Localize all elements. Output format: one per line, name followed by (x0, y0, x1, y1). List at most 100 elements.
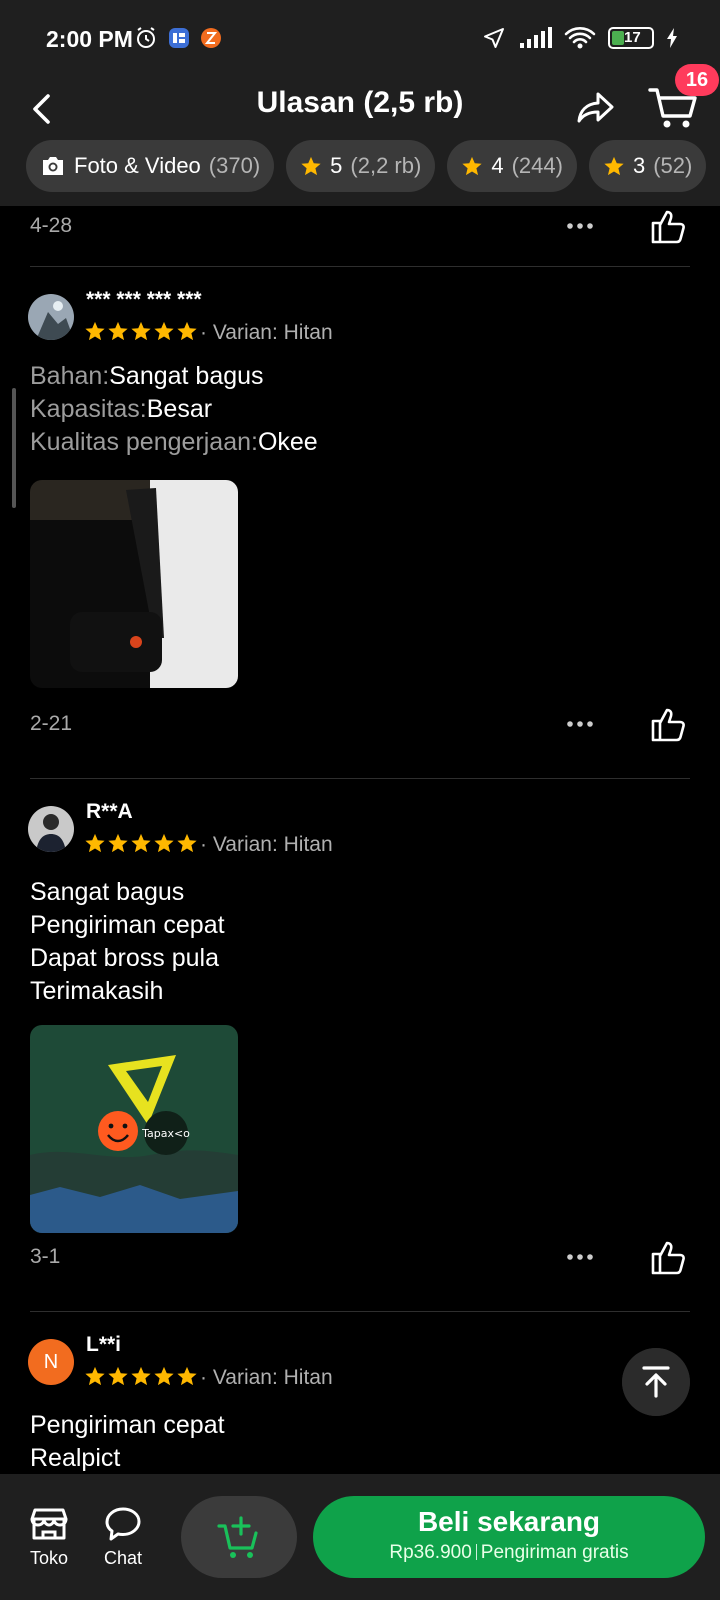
store-button[interactable]: Toko (19, 1506, 79, 1569)
avatar[interactable] (28, 806, 74, 852)
review-header: R**A · Varian: Hitan (28, 800, 688, 864)
more-options-icon[interactable] (560, 704, 600, 744)
app-header: Ulasan (2,5 rb) 16 (0, 64, 720, 140)
star-icon (108, 321, 128, 341)
star-icon (131, 321, 151, 341)
star-icon (462, 156, 482, 176)
star-icon (604, 156, 624, 176)
review-body: Pengiriman cepat Realpict (30, 1409, 670, 1474)
star-icon (154, 321, 174, 341)
filter-count: (52) (653, 153, 693, 178)
review-date: 3-1 (30, 1245, 61, 1268)
bottom-action-bar: Toko Chat Beli sekarang Rp36.900 Pengirim… (0, 1474, 720, 1600)
review-body: Bahan:Sangat bagus Kapasitas:Besar Kuali… (30, 360, 670, 459)
star-icon (108, 833, 128, 853)
review-line: Sangat bagus (30, 878, 185, 906)
cart-count-badge: 16 (675, 64, 719, 96)
review-photo[interactable] (30, 480, 238, 688)
star-icon (108, 1366, 128, 1386)
more-options-icon[interactable] (560, 206, 600, 246)
battery-icon: 17 (608, 27, 654, 49)
app-notification-icon (169, 28, 189, 48)
battery-level: 17 (624, 29, 641, 46)
review-footer: 2-21 (30, 704, 690, 744)
review-date: 2-21 (30, 712, 73, 735)
avatar[interactable] (28, 294, 74, 340)
thumbs-up-icon[interactable] (648, 206, 688, 246)
review-variant: · Varian: Hitan (200, 1366, 333, 1389)
star-icon (131, 833, 151, 853)
review-variant: · Varian: Hitan (200, 833, 333, 856)
rating-stars (84, 320, 198, 342)
star-icon (131, 1366, 151, 1386)
scroll-to-top-button[interactable] (622, 1348, 690, 1416)
location-icon (484, 28, 504, 48)
filter-count: (2,2 rb) (350, 153, 422, 178)
rating-stars (84, 1365, 198, 1387)
review-line: Realpict (30, 1444, 121, 1472)
star-icon (177, 1366, 197, 1386)
filter-photo-video[interactable]: Foto & Video (370) (26, 140, 275, 192)
shipping-label: Pengiriman gratis (480, 1542, 629, 1563)
store-label: Toko (29, 1548, 69, 1568)
avatar[interactable]: N (28, 1339, 74, 1385)
review-attr-value: Sangat bagus (109, 362, 264, 390)
share-icon[interactable] (572, 82, 622, 132)
thumbs-up-icon[interactable] (648, 704, 688, 744)
review-line: Pengiriman cepat (30, 1411, 225, 1439)
review-attr-key: Kualitas pengerjaan: (30, 428, 258, 456)
add-to-cart-button[interactable] (181, 1496, 297, 1578)
divider (30, 1311, 690, 1312)
timer-app-icon (201, 28, 221, 48)
buy-now-button[interactable]: Beli sekarang Rp36.900 Pengiriman gratis (313, 1496, 705, 1578)
brooch-text: Tapax<o (141, 1127, 190, 1140)
more-options-icon[interactable] (560, 1237, 600, 1277)
filter-label: 4 (491, 153, 504, 178)
review-body: Sangat bagus Pengiriman cepat Dapat bros… (30, 876, 670, 1008)
review-footer: 3-1 (30, 1237, 690, 1277)
rating-stars (84, 832, 198, 854)
filter-count: (370) (208, 153, 261, 178)
scrollbar[interactable] (12, 388, 16, 508)
review-attr-key: Kapasitas: (30, 395, 147, 423)
filter-3-star[interactable]: 3 (52) (588, 140, 707, 192)
star-icon (301, 156, 321, 176)
divider (30, 778, 690, 779)
status-left-icons (134, 26, 222, 50)
review-line: Terimakasih (30, 977, 164, 1005)
filter-chips: Foto & Video (370) 5 (2,2 rb) 4 (244) 3 … (0, 140, 720, 206)
chat-label: Chat (103, 1548, 143, 1568)
review-line: Dapat bross pula (30, 944, 220, 972)
chat-button[interactable]: Chat (93, 1506, 153, 1569)
status-time: 2:00 PM (46, 26, 133, 52)
review-date: 4-28 (30, 214, 73, 237)
filter-label: 5 (330, 153, 343, 178)
review-line: Pengiriman cepat (30, 911, 225, 939)
filter-4-star[interactable]: 4 (244) (447, 140, 577, 192)
review-list[interactable]: 4-28 *** *** *** *** · Varian: Hitan Bah… (0, 206, 720, 1474)
star-icon (85, 833, 105, 853)
review-attr-value: Besar (146, 395, 213, 423)
filter-5-star[interactable]: 5 (2,2 rb) (286, 140, 436, 192)
alarm-icon (137, 27, 155, 48)
star-icon (85, 1366, 105, 1386)
price: Rp36.900 (389, 1542, 472, 1563)
status-right-icons: 17 (482, 26, 678, 50)
review-header: *** *** *** *** · Varian: Hitan (28, 288, 688, 352)
divider (30, 266, 690, 267)
camera-icon (43, 157, 63, 175)
review-attr-value: Okee (257, 428, 318, 456)
star-icon (154, 833, 174, 853)
star-icon (177, 833, 197, 853)
reviewer-name: L**i (86, 1333, 122, 1356)
filter-count: (244) (511, 153, 563, 178)
review-photo[interactable]: Tapax<o (30, 1025, 238, 1233)
review-header: N L**i · Varian: Hitan (28, 1333, 688, 1397)
star-icon (177, 321, 197, 341)
buy-now-subtitle: Rp36.900 Pengiriman gratis (313, 1542, 705, 1564)
star-icon (154, 1366, 174, 1386)
wifi-icon (564, 27, 596, 49)
reviewer-name: R**A (86, 800, 133, 823)
review-footer: 4-28 (30, 206, 690, 246)
thumbs-up-icon[interactable] (648, 1237, 688, 1277)
